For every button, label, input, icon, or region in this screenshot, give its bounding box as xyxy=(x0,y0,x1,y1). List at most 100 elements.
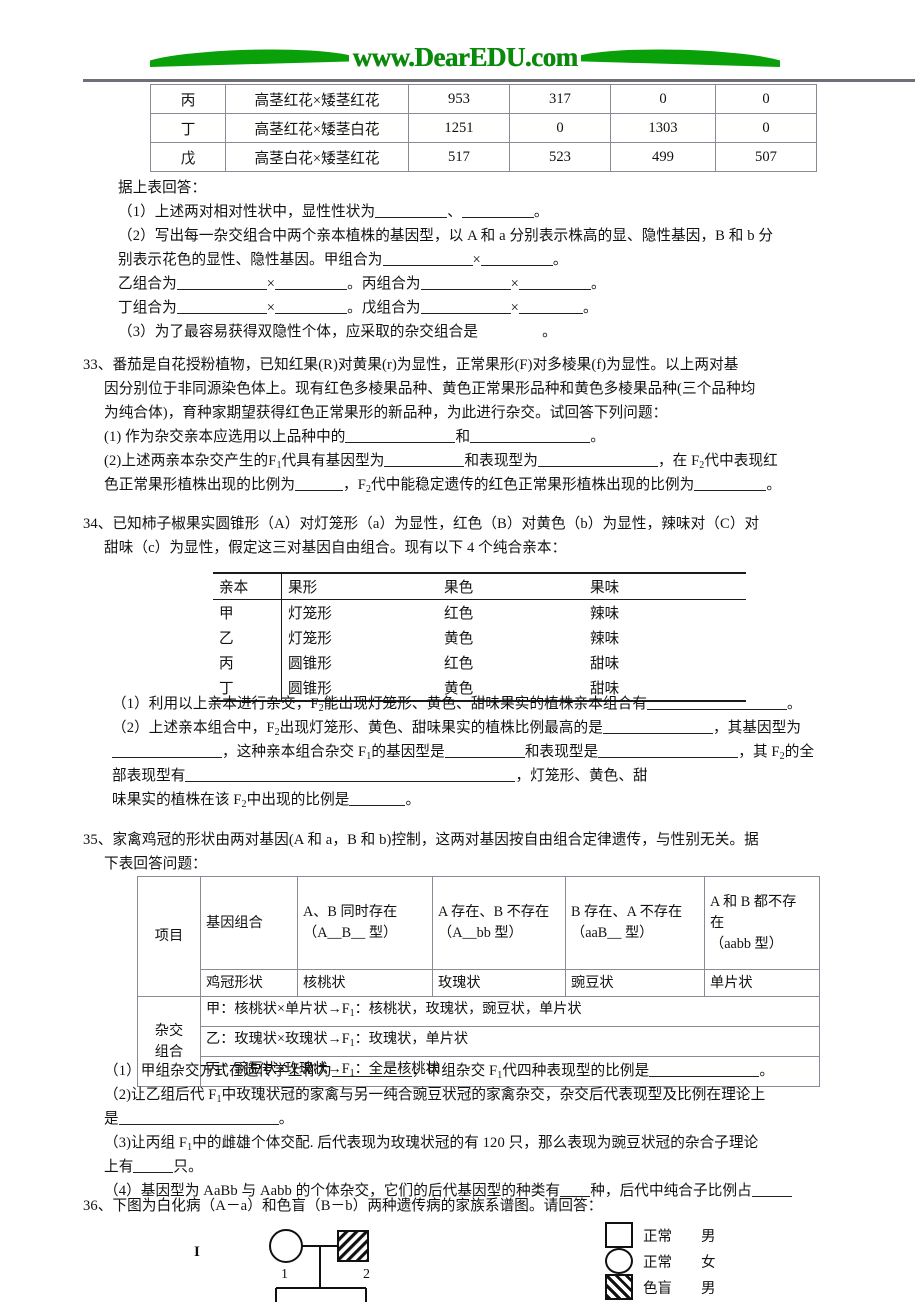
answer-blank[interactable] xyxy=(349,805,406,806)
answer-blank[interactable] xyxy=(275,313,348,314)
table-header-row: 亲本 果形 果色 果味 xyxy=(213,572,746,600)
q35-item-3-line2: 上有 只。 xyxy=(104,1155,203,1179)
row-v4: 0 xyxy=(715,113,817,143)
answer-blank[interactable] xyxy=(470,442,591,443)
q35-q3d: 只。 xyxy=(173,1159,203,1175)
q35-q3b: 中的雌雄个体交配. 后代表现为玫瑰状冠的有 120 只，那么表现为豌豆状冠的杂合… xyxy=(192,1135,759,1151)
col-header-aab-line2: （aaB__ 型） xyxy=(571,925,654,941)
cell-shape: 圆锥形 xyxy=(281,650,438,675)
q32-l4a: 乙组合为 xyxy=(118,276,177,292)
legend-item-normal-male: 正常 男 xyxy=(605,1222,825,1248)
answer-blank[interactable] xyxy=(112,757,222,758)
cross-results-table: 丙 高茎红花×矮茎红花 953 317 0 0 丁 高茎红花×矮茎白花 1251… xyxy=(150,84,817,172)
document-page: www.DearEDU.com 丙 高茎红花×矮茎红花 953 317 0 0 … xyxy=(0,0,920,1302)
row-v3: 0 xyxy=(610,84,716,114)
q32-l4c: 。丙组合为 xyxy=(347,276,421,292)
gene-comb-header: 基因组合 xyxy=(200,876,298,970)
col-header-aabb: A 和 B 都不存 在 （aabb 型） xyxy=(704,876,820,970)
cell-parent: 丙 xyxy=(219,656,234,672)
q34-q3c: 和表现型是 xyxy=(524,744,599,760)
answer-blank[interactable] xyxy=(518,289,591,290)
answer-blank[interactable] xyxy=(537,466,658,467)
answer-blank[interactable] xyxy=(375,217,448,218)
table-row: 乙 灯笼形 黄色 辣味 xyxy=(213,625,746,650)
cross-yi-post: ：玫瑰状，单片状 xyxy=(354,1031,469,1047)
q32-l5b: × xyxy=(266,300,276,316)
q32-l6a: （3）为了最容易获得双隐性个体，应采取的杂交组合是 xyxy=(118,324,479,340)
q35-line-1: 35、家禽鸡冠的形状由两对基因(A 和 a，B 和 b)控制，这两对基因按自由组… xyxy=(83,832,759,848)
cell-taste: 辣味 xyxy=(590,606,620,622)
pedigree-id-2: 2 xyxy=(363,1267,370,1282)
generation-label: I xyxy=(194,1244,200,1260)
row-cross: 高茎红花×矮茎红花 xyxy=(225,84,409,114)
q35-line-2: 下表回答问题： xyxy=(104,856,207,872)
answer-blank[interactable] xyxy=(133,1172,174,1173)
cell-shape: 灯笼形 xyxy=(281,599,438,625)
pedigree-female-normal xyxy=(269,1229,303,1263)
q34-q3d: ，其 F xyxy=(738,744,780,760)
answer-blank[interactable] xyxy=(751,1196,792,1197)
cross-jia-post: ：核桃状，玫瑰状，豌豆状，单片状 xyxy=(354,1001,582,1017)
answer-blank[interactable] xyxy=(598,757,739,758)
answer-blank[interactable] xyxy=(518,313,583,314)
answer-blank[interactable] xyxy=(185,781,516,782)
legend-sex: 女 xyxy=(701,1254,716,1271)
q35-q1c: 代四种表现型的比例是 xyxy=(502,1063,650,1079)
answer-blank[interactable] xyxy=(420,289,511,290)
q34-q5a: 味果实的植株在该 F xyxy=(112,792,242,808)
answer-blank[interactable] xyxy=(382,265,473,266)
hatched-square-icon xyxy=(605,1274,633,1300)
answer-blank[interactable] xyxy=(602,733,713,734)
q34-q5c: 。 xyxy=(405,792,421,808)
answer-blank[interactable] xyxy=(176,313,267,314)
q33-item-1: (1) 作为杂交亲本应选用以上品种中的 和 。 xyxy=(104,425,605,449)
answer-blank[interactable] xyxy=(694,490,767,491)
answer-blank[interactable] xyxy=(331,1076,412,1077)
q36-line-1: 36、下图为白化病（A－a）和色盲（B－b）两种遗传病的家族系谱图。请回答： xyxy=(83,1198,603,1214)
site-header: www.DearEDU.com xyxy=(0,40,920,80)
q34-line-2: 甜味（c）为显性，假定这三对基因自由组合。现有以下 4 个纯合亲本： xyxy=(104,540,567,556)
q34-q4a: 部表现型有 xyxy=(112,768,186,784)
q34-q2a: （2）上述亲本组合中，F xyxy=(112,720,275,736)
q33-l5b: 代具有基因型为 xyxy=(281,453,385,469)
answer-blank[interactable] xyxy=(461,217,534,218)
q33-l6a: 色正常果形植株出现的比例为 xyxy=(104,477,296,493)
row-v3: 1303 xyxy=(610,113,716,143)
row-v1: 517 xyxy=(408,142,510,172)
q33-item-2-line2: 色正常果形植株出现的比例为 ，F2代中能稳定遗传的红色正常果形植株出现的比例为。 xyxy=(104,473,781,502)
cross-yi-pre: 乙：玫瑰状×玫瑰状→F xyxy=(206,1031,350,1047)
row-v4: 507 xyxy=(715,142,817,172)
legend-item-normal-female: 正常 女 xyxy=(605,1248,825,1274)
answer-blank[interactable] xyxy=(420,313,511,314)
table-header-row: 项目 基因组合 A、B 同时存在 （A__B__ 型） A 存在、B 不存在 （… xyxy=(137,876,820,997)
answer-blank[interactable] xyxy=(384,466,465,467)
cell-shape: 灯笼形 xyxy=(281,625,438,650)
answer-blank[interactable] xyxy=(480,265,553,266)
answer-blank[interactable] xyxy=(118,1124,279,1125)
row-header-shape: 鸡冠形状 xyxy=(200,969,298,997)
q33-l5a: (2)上述两亲本杂交产生的F xyxy=(104,453,277,469)
q33-l6b: ，F xyxy=(343,477,366,493)
cell-shape-rose: 玫瑰状 xyxy=(432,969,566,997)
row-label: 丙 xyxy=(150,84,226,114)
cell-color: 黄色 xyxy=(444,631,474,647)
pedigree-diagram: I 1 2 xyxy=(180,1218,600,1302)
answer-blank[interactable] xyxy=(275,289,348,290)
answer-blank[interactable] xyxy=(649,1076,760,1077)
q33-l5c: 和表现型为 xyxy=(464,453,538,469)
q35-q2c: 是 xyxy=(104,1111,119,1127)
row-v4: 0 xyxy=(715,84,817,114)
q35-q2b: 中玫瑰状冠的家禽与另一纯合豌豆状冠的家禽杂交，杂交后代表现型及比例在理论上 xyxy=(221,1087,766,1103)
table-row: 戊 高茎白花×矮茎红花 517 523 499 507 xyxy=(150,142,817,172)
row-label: 戊 xyxy=(150,142,226,172)
legend-sex: 男 xyxy=(701,1280,716,1297)
cell-shape-walnut: 核桃状 xyxy=(297,969,433,997)
answer-blank[interactable] xyxy=(295,490,344,491)
answer-blank[interactable] xyxy=(176,289,267,290)
answer-blank[interactable] xyxy=(345,442,456,443)
q32-item-1-end: 。 xyxy=(533,204,549,220)
q32-item-2-line3: 乙组合为 × 。丙组合为 × 。 xyxy=(118,272,606,296)
q34-q5b: 中出现的比例是 xyxy=(246,792,350,808)
answer-blank[interactable] xyxy=(444,757,525,758)
answer-blank[interactable] xyxy=(647,709,788,710)
